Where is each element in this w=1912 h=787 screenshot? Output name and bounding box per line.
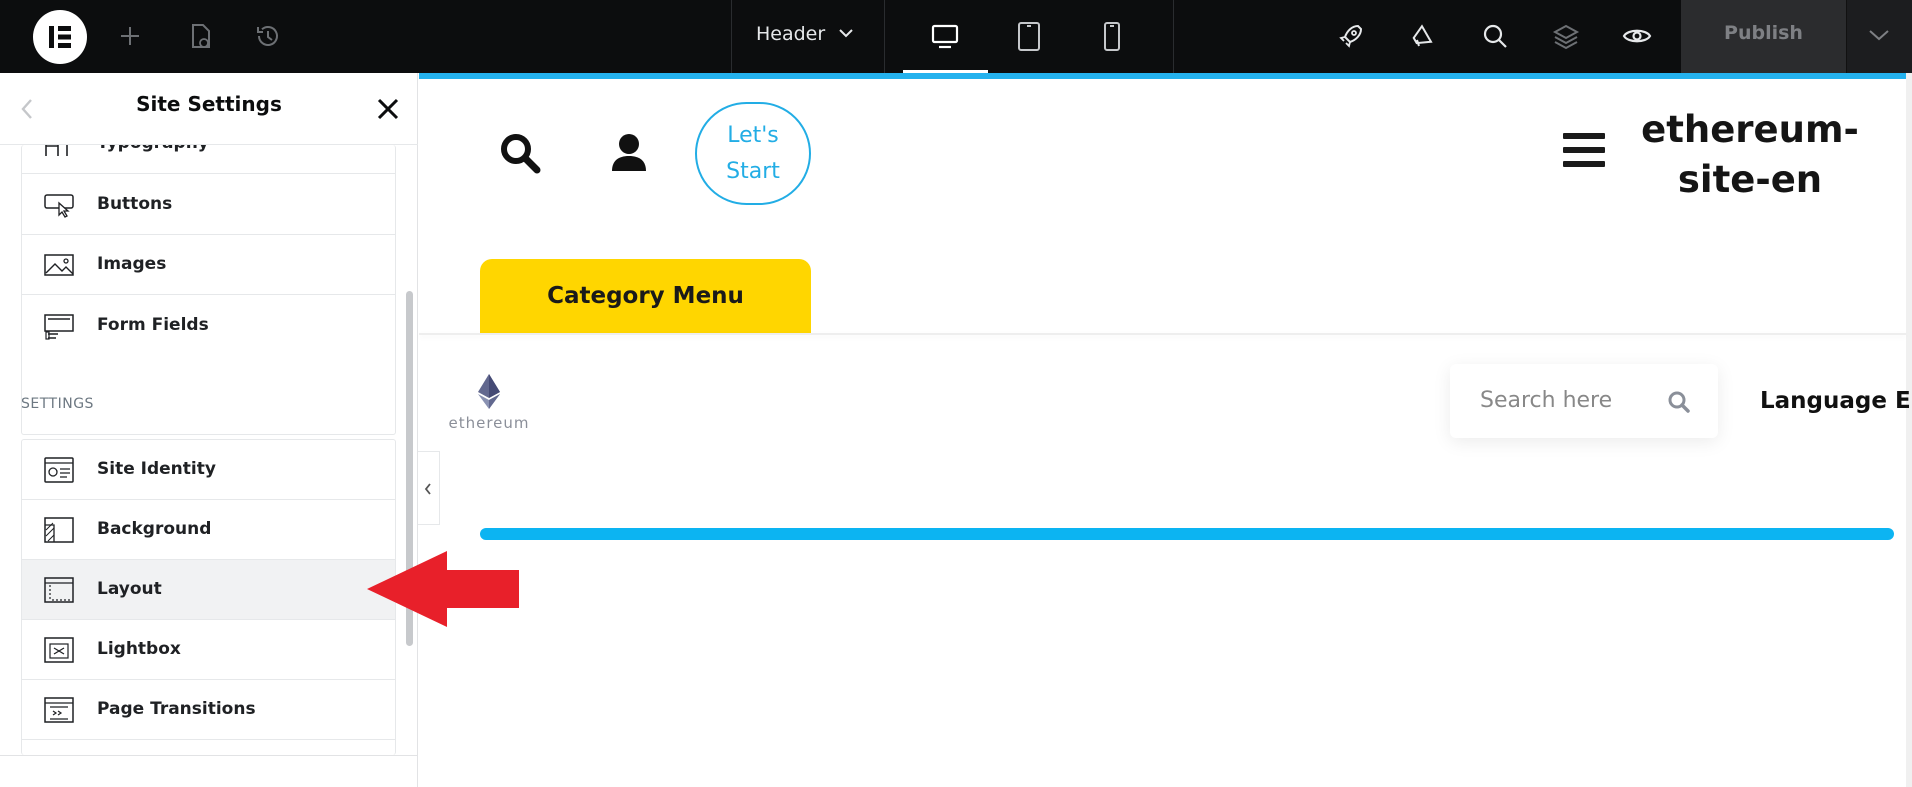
document-label: Header — [756, 23, 826, 45]
chevron-down-icon — [839, 29, 853, 38]
eye-icon[interactable] — [1619, 18, 1655, 54]
blue-divider-bar — [480, 528, 1894, 540]
elementor-logo-icon[interactable] — [33, 10, 87, 64]
settings-item-site-identity[interactable]: Site Identity — [22, 440, 395, 500]
divider — [884, 0, 885, 73]
search-icon[interactable] — [1667, 390, 1691, 414]
divider — [1173, 0, 1174, 73]
publish-button[interactable]: Publish — [1681, 0, 1846, 73]
settings-item-label: Background — [97, 519, 212, 539]
lets-start-button[interactable]: Let's Start — [695, 102, 811, 205]
search-icon[interactable] — [498, 131, 542, 175]
megaphone-icon[interactable] — [1405, 18, 1441, 54]
collapse-panel-button[interactable] — [418, 451, 440, 525]
language-selector[interactable]: Language EN — [1760, 388, 1912, 414]
settings-item-layout[interactable]: Layout — [22, 560, 395, 620]
desktop-icon[interactable] — [927, 18, 963, 54]
canvas-scrollbar[interactable] — [1906, 73, 1912, 787]
site-search-input[interactable]: Search here — [1450, 364, 1718, 438]
settings-item-images[interactable]: Images — [22, 235, 395, 295]
settings-item-label: Buttons — [97, 194, 173, 214]
hamburger-menu-icon[interactable] — [1563, 133, 1605, 175]
settings-item-buttons[interactable]: Buttons — [22, 175, 395, 235]
form-field-icon — [44, 314, 74, 340]
publish-options-button[interactable] — [1846, 0, 1912, 73]
editor-top-bar: Header Publish — [0, 0, 1912, 73]
search-icon[interactable] — [1477, 18, 1513, 54]
settings-item-form-fields[interactable]: Form Fields — [22, 296, 395, 356]
site-settings-panel: Site Settings Typography Buttons Images … — [0, 73, 418, 787]
settings-item-background[interactable]: Background — [22, 500, 395, 560]
typography-icon — [45, 145, 68, 156]
header-divider — [419, 333, 1906, 335]
lightbox-icon — [44, 637, 74, 663]
site-identity-icon — [44, 457, 74, 483]
settings-item-page-transitions[interactable]: Page Transitions — [22, 680, 395, 740]
page-settings-icon[interactable] — [182, 18, 218, 54]
button-cursor-icon — [44, 194, 74, 218]
settings-item-label: Images — [97, 254, 167, 274]
rocket-icon[interactable] — [1333, 18, 1369, 54]
layout-icon — [44, 577, 74, 603]
settings-section-heading: SETTINGS — [21, 396, 94, 412]
user-icon[interactable] — [610, 133, 648, 173]
tablet-icon[interactable] — [1011, 18, 1047, 54]
settings-item-label: Typography — [97, 145, 209, 153]
site-title[interactable]: ethereum-site-en — [1620, 105, 1880, 205]
site-settings-group: Site Identity Background Layout Lightbox… — [21, 439, 396, 755]
search-placeholder: Search here — [1480, 388, 1613, 413]
image-icon — [44, 254, 74, 276]
settings-item-next[interactable] — [22, 740, 395, 755]
panel-header: Site Settings — [0, 73, 418, 145]
settings-item-label: Layout — [97, 579, 162, 599]
panel-title: Site Settings — [136, 92, 282, 116]
settings-item-label: Lightbox — [97, 639, 181, 659]
add-icon[interactable] — [112, 18, 148, 54]
settings-item-typography[interactable]: Typography — [22, 145, 395, 174]
chevron-left-icon — [424, 483, 431, 495]
document-dropdown[interactable]: Header — [732, 0, 884, 73]
history-icon[interactable] — [250, 18, 286, 54]
page-transitions-icon — [44, 697, 74, 723]
background-icon — [44, 517, 74, 543]
panel-footer-divider — [0, 755, 418, 756]
layers-icon[interactable] — [1548, 18, 1584, 54]
ethereum-logo-text: ethereum — [448, 414, 530, 432]
chevron-down-icon — [1869, 30, 1889, 41]
category-menu-button[interactable]: Category Menu — [480, 259, 811, 334]
settings-item-label: Site Identity — [97, 459, 216, 479]
mobile-icon[interactable] — [1094, 18, 1130, 54]
canvas-edit-outline — [419, 73, 1906, 79]
settings-item-lightbox[interactable]: Lightbox — [22, 620, 395, 680]
settings-item-label: Form Fields — [97, 315, 209, 335]
red-arrow-annotation — [367, 551, 519, 627]
settings-item-label: Page Transitions — [97, 699, 256, 719]
close-icon[interactable] — [375, 96, 401, 122]
design-settings-group: Typography Buttons Images Form Fields — [21, 145, 396, 435]
